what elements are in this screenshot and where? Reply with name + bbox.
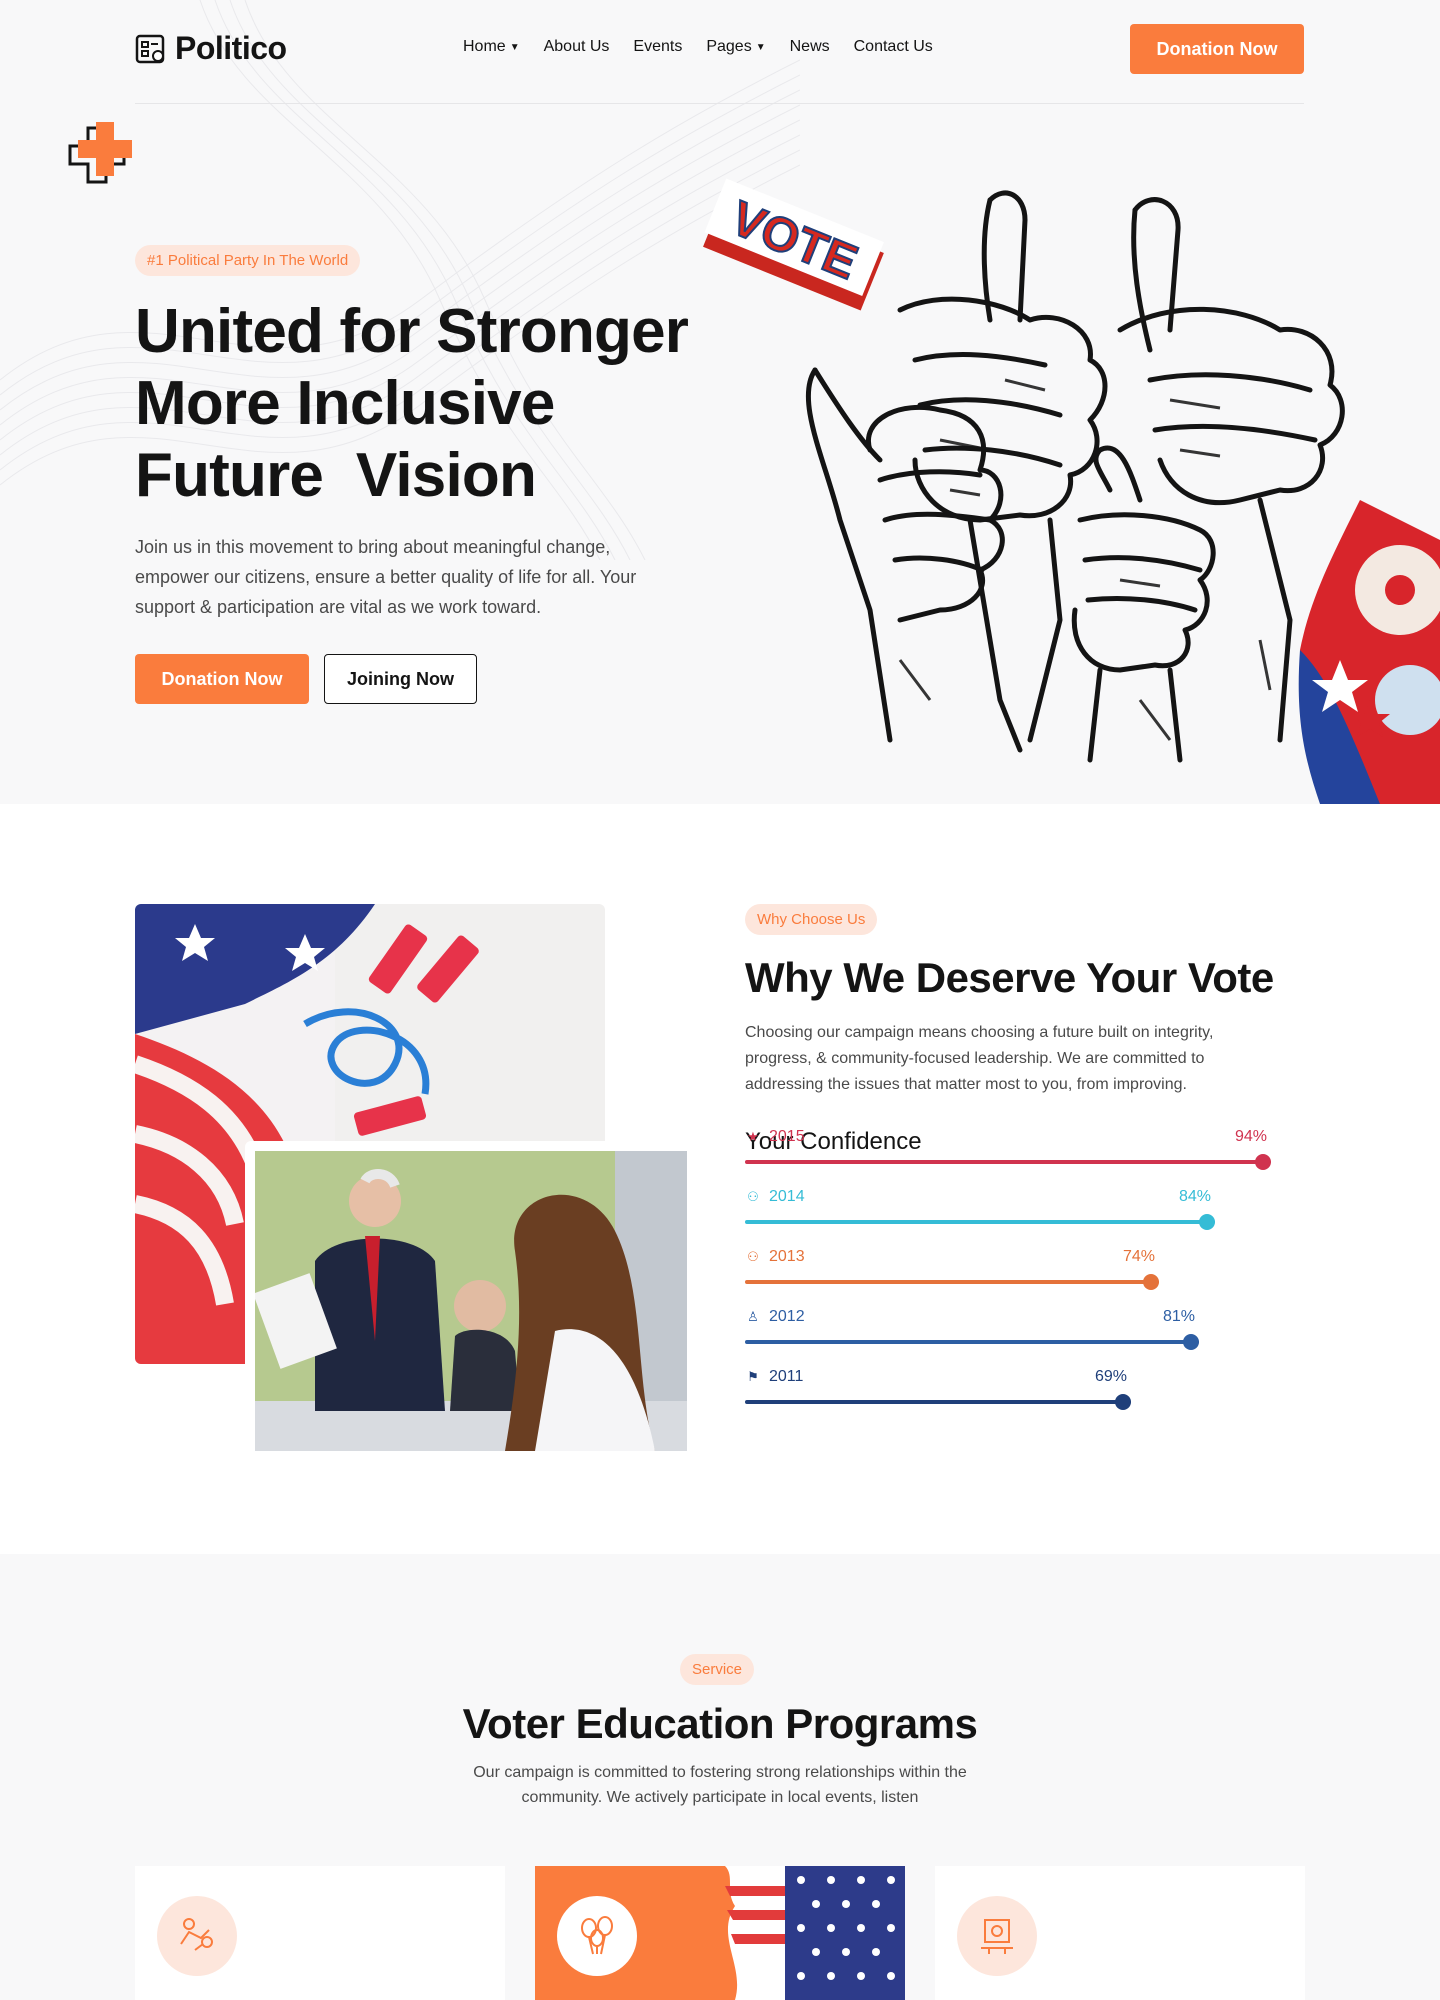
bar-handle (1199, 1214, 1215, 1230)
service-card[interactable] (135, 1866, 505, 2000)
confidence-bar-2014: ⚇ 2014 84% (745, 1188, 1305, 1232)
user-icon: ♙ (747, 1309, 759, 1324)
bar-percent: 84% (1179, 1188, 1212, 1205)
hero-title-line: United for Stronger (135, 297, 689, 366)
bar-percent: 69% (1095, 1368, 1128, 1385)
brand-name: Politico (175, 30, 287, 66)
nav-item-home[interactable]: Home ▼ (463, 38, 520, 56)
hero-title-line: Future Vision (135, 441, 537, 510)
bar-handle (1115, 1394, 1131, 1410)
vote-sign: VOTE (703, 178, 884, 311)
service-card-highlighted[interactable] (535, 1866, 905, 2000)
nav-donation-button[interactable]: Donation Now (1130, 24, 1304, 74)
balloons-icon (557, 1896, 637, 1976)
star-icon: ★ (747, 1129, 759, 1144)
bar-label: ⚑ 2011 (745, 1368, 803, 1386)
nav-label: News (789, 38, 830, 55)
flag-donut-decoration (1298, 500, 1440, 804)
bar-year: 2012 (769, 1308, 805, 1325)
nav-label: Events (633, 38, 683, 55)
plus-decoration-icon (68, 122, 132, 184)
services-title: Voter Education Programs (462, 1700, 978, 1747)
chevron-down-icon: ▼ (509, 41, 520, 53)
users-icon: ⚇ (747, 1249, 759, 1264)
services-description: Our campaign is committed to fostering s… (473, 1764, 967, 1806)
bar-label: ⚇ 2013 (745, 1248, 805, 1266)
bar-fill (745, 1220, 1215, 1224)
nav-item-contact[interactable]: Contact Us (854, 38, 933, 56)
bar-year: 2011 (769, 1368, 804, 1385)
bar-handle (1183, 1334, 1199, 1350)
why-badge: Why Choose Us (745, 904, 878, 935)
bar-percent: 94% (1235, 1128, 1268, 1145)
confidence-bar-2012: ♙ 2012 81% (745, 1308, 1305, 1352)
hero-description: Join us in this movement to bring about … (135, 537, 637, 617)
presentation-icon (957, 1896, 1037, 1976)
bar-percent: 74% (1123, 1248, 1156, 1265)
bar-handle (1143, 1274, 1159, 1290)
why-description: Choosing our campaign means choosing a f… (745, 1024, 1214, 1093)
services-section: Service Voter Education Programs Our cam… (0, 1554, 1440, 2000)
nav-item-events[interactable]: Events (633, 38, 682, 56)
bar-year: 2014 (769, 1188, 805, 1205)
meeting-photo (245, 1141, 697, 1461)
logo-icon (135, 34, 165, 63)
nav-label: Pages (706, 38, 752, 55)
hero-joining-button[interactable]: Joining Now (324, 654, 477, 704)
confidence-bar-2011: ⚑ 2011 69% (745, 1368, 1305, 1412)
bar-fill (745, 1280, 1159, 1284)
nav-item-pages[interactable]: Pages ▼ (706, 38, 765, 56)
nav-item-about[interactable]: About Us (544, 38, 610, 56)
why-choose-us-section: Why Choose Us Why We Deserve Your Vote C… (0, 804, 1440, 1554)
bar-fill (745, 1400, 1131, 1404)
why-title: Why We Deserve Your Vote (745, 954, 1274, 1001)
bar-fill (745, 1160, 1271, 1164)
chevron-down-icon: ▼ (755, 41, 766, 53)
nav-label: Home (463, 38, 506, 55)
confidence-bar-2015: ★ 2015 94% (745, 1128, 1305, 1172)
top-navigation: Politico Home ▼ About Us Events Pages ▼ Ne… (135, 0, 1304, 104)
hero-section: Politico Home ▼ About Us Events Pages ▼ Ne… (0, 0, 1440, 804)
bar-fill (745, 1340, 1199, 1344)
hero-donation-button[interactable]: Donation Now (135, 654, 309, 704)
hands-vote-illustration: VOTE (703, 178, 1440, 804)
confidence-bar-2013: ⚇ 2013 74% (745, 1248, 1305, 1292)
nav-label: About Us (543, 38, 610, 55)
hero-badge: #1 Political Party In The World (135, 245, 361, 276)
handshake-icon (157, 1896, 237, 1976)
hero-title-line: More Inclusive (135, 369, 555, 438)
service-badge: Service (680, 1654, 755, 1685)
group-icon: ⚇ (747, 1189, 759, 1204)
nav-item-news[interactable]: News (790, 38, 830, 56)
bar-label: ★ 2015 (745, 1128, 805, 1146)
service-card[interactable] (935, 1866, 1305, 2000)
bar-handle (1255, 1154, 1271, 1170)
bar-label: ⚇ 2014 (745, 1188, 805, 1206)
nav-label: Contact Us (853, 38, 933, 55)
flag-icon: ⚑ (747, 1369, 759, 1384)
bar-year: 2013 (769, 1248, 805, 1265)
bar-year: 2015 (769, 1128, 805, 1145)
hero-title: United for Stronger More Inclusive Futur… (135, 296, 735, 512)
main-menu: Home ▼ About Us Events Pages ▼ News Contac… (463, 38, 933, 56)
bar-label: ♙ 2012 (745, 1308, 805, 1326)
bar-percent: 81% (1163, 1308, 1196, 1325)
logo[interactable]: Politico (135, 30, 287, 67)
